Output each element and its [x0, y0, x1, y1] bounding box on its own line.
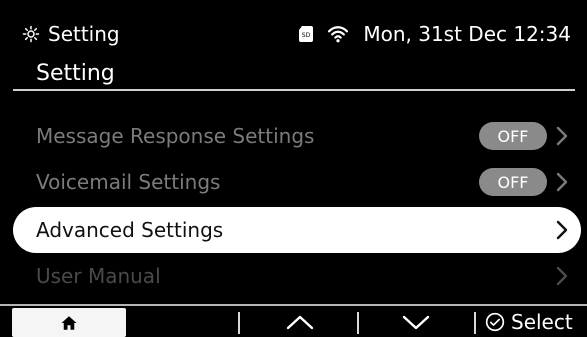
- app-title-group: Setting: [22, 20, 120, 48]
- settings-menu: Message Response Settings OFF Voicemail …: [13, 113, 581, 299]
- page-title: Setting: [36, 61, 115, 86]
- menu-item-label: Message Response Settings: [36, 124, 315, 148]
- menu-item-message-response[interactable]: Message Response Settings OFF: [13, 113, 581, 159]
- svg-text:SD: SD: [302, 32, 311, 39]
- menu-item-label: Voicemail Settings: [36, 170, 221, 194]
- status-bar: Setting SD Mon, 31st Dec 12:34: [0, 0, 587, 58]
- sd-card-icon: SD: [299, 26, 314, 42]
- toggle-switch[interactable]: OFF: [479, 168, 547, 196]
- wifi-icon: [328, 26, 349, 43]
- chevron-right-icon: [556, 126, 568, 146]
- menu-item-advanced[interactable]: Advanced Settings: [13, 207, 581, 253]
- chevron-right-icon: [556, 172, 568, 192]
- chevron-down-icon[interactable]: [402, 313, 430, 331]
- softkey-separator: [238, 312, 240, 334]
- status-right: SD Mon, 31st Dec 12:34: [299, 20, 571, 48]
- datetime: Mon, 31st Dec 12:34: [363, 22, 571, 46]
- menu-item-voicemail[interactable]: Voicemail Settings OFF: [13, 159, 581, 205]
- softkey-separator: [357, 312, 359, 334]
- chevron-right-icon: [556, 266, 568, 286]
- check-circle-icon: [485, 312, 505, 331]
- menu-item-user-manual[interactable]: User Manual: [13, 253, 581, 299]
- home-icon: [61, 315, 77, 330]
- select-button[interactable]: Select: [485, 306, 573, 337]
- softkey-separator: [474, 312, 476, 334]
- title-divider: [13, 89, 575, 91]
- menu-item-label: User Manual: [36, 264, 161, 288]
- toggle-switch[interactable]: OFF: [479, 122, 547, 150]
- menu-item-label: Advanced Settings: [36, 218, 224, 242]
- app-title: Setting: [48, 22, 120, 46]
- home-button[interactable]: [12, 308, 126, 337]
- chevron-right-icon: [556, 220, 568, 240]
- softkey-bar: Select: [0, 304, 587, 337]
- select-label: Select: [511, 309, 573, 334]
- gear-icon: [22, 25, 40, 43]
- chevron-up-icon[interactable]: [286, 313, 314, 331]
